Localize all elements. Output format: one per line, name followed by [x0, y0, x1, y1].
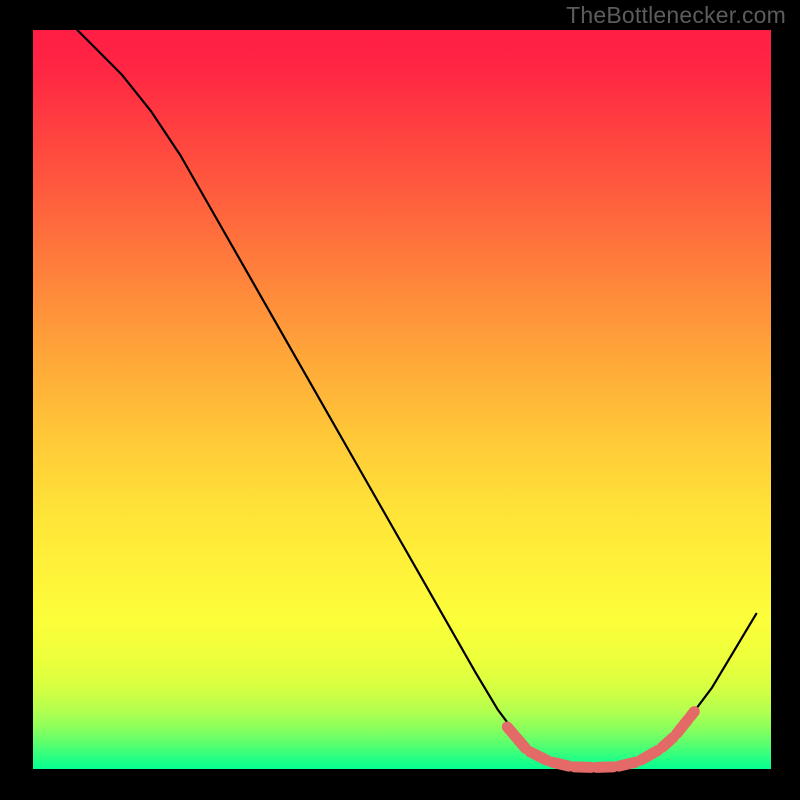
curve-marker: [530, 752, 547, 760]
watermark-text: TheBottlenecker.com: [566, 2, 786, 29]
curve-marker: [662, 737, 673, 747]
curve-marker: [575, 767, 592, 768]
curve-marker: [619, 762, 636, 766]
chart-container: TheBottlenecker.com: [0, 0, 800, 800]
curve-marker: [597, 767, 614, 768]
plot-background: [33, 30, 771, 769]
curve-marker: [690, 712, 694, 717]
curve-marker: [552, 762, 569, 766]
chart-svg: [0, 0, 800, 800]
